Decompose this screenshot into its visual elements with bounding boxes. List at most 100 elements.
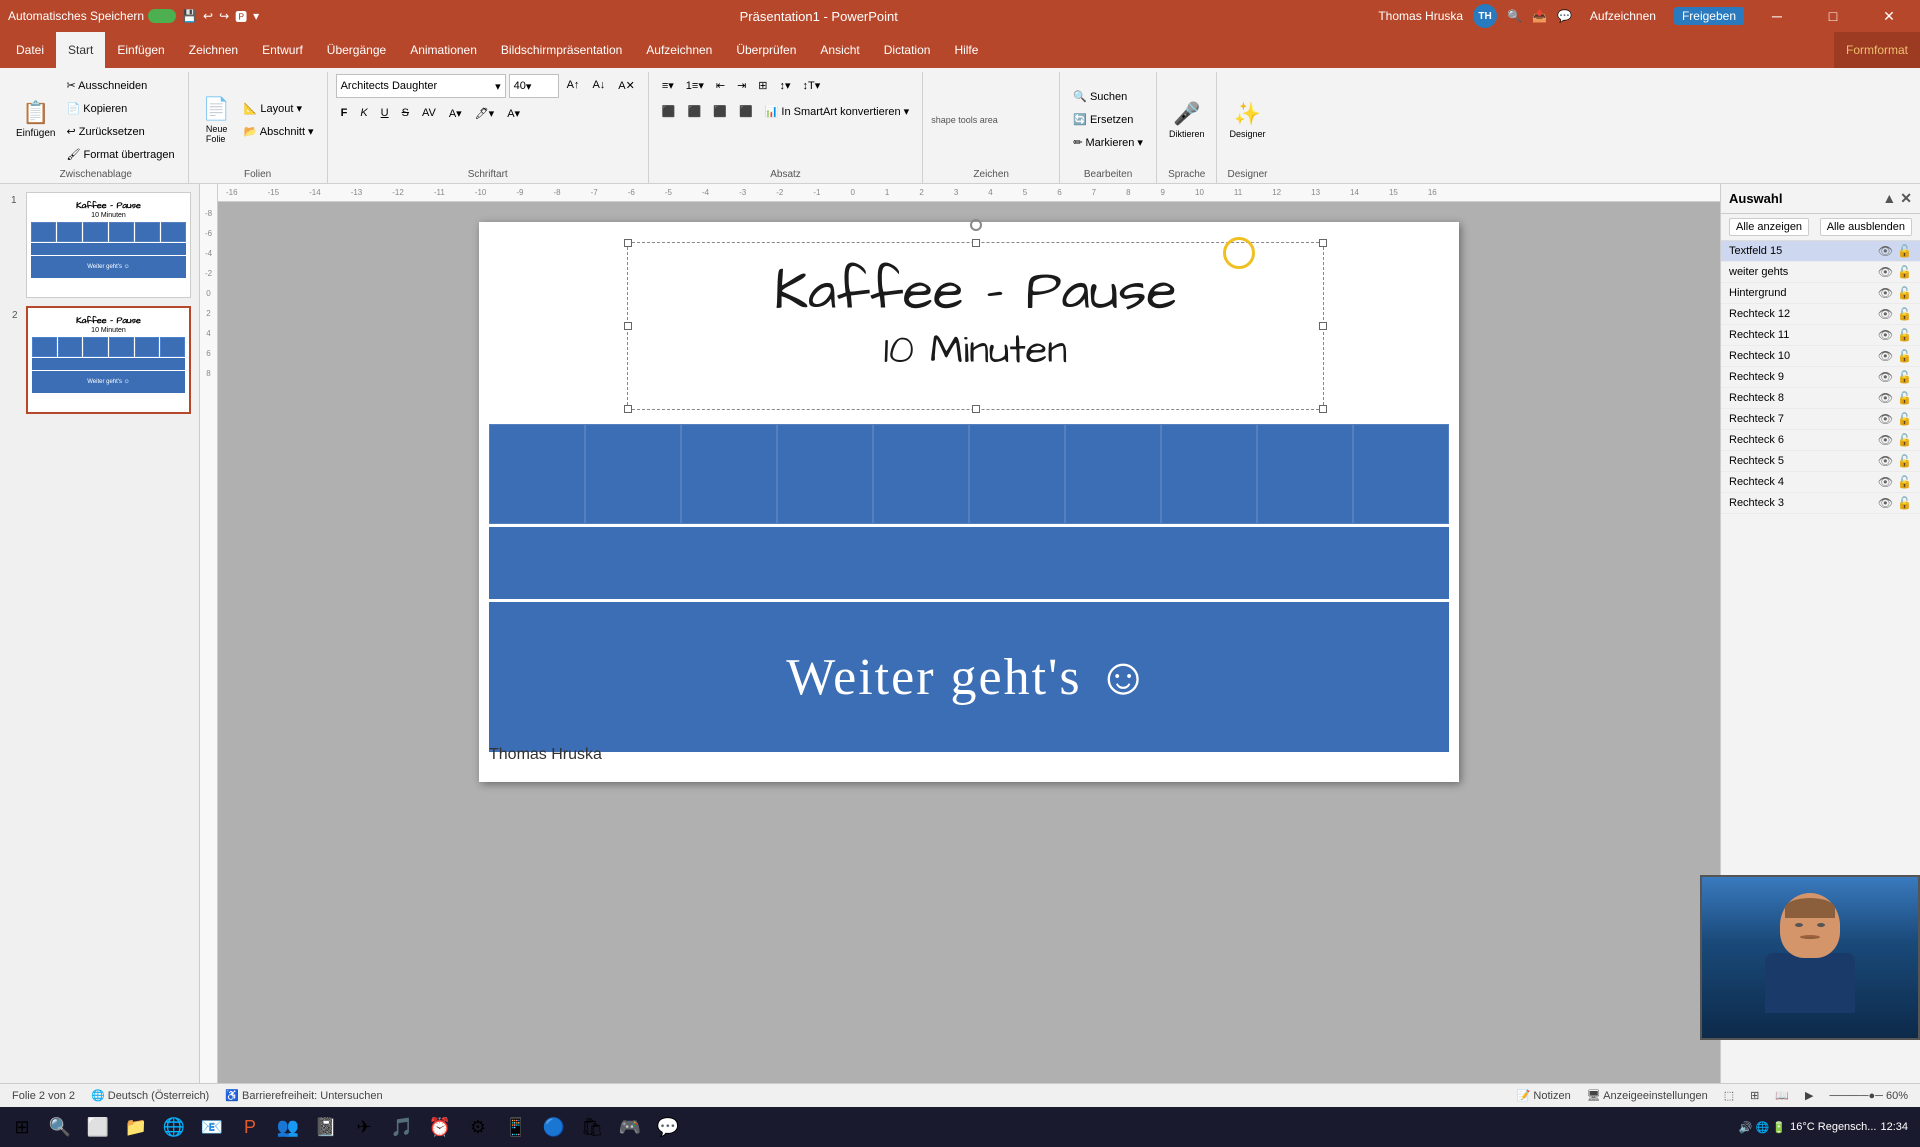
- notes-btn[interactable]: 📝 Notizen: [1517, 1089, 1571, 1102]
- store-btn[interactable]: 🛍: [574, 1109, 610, 1145]
- chrome-btn[interactable]: 🔵: [536, 1109, 572, 1145]
- lock-icon-11[interactable]: 🔓: [1897, 475, 1912, 489]
- lock-icon-8[interactable]: 🔓: [1897, 412, 1912, 426]
- phone-btn[interactable]: 📱: [498, 1109, 534, 1145]
- tab-bildschirm[interactable]: Bildschirmpräsentation: [489, 32, 634, 68]
- view-reading-btn[interactable]: 📖: [1775, 1089, 1789, 1102]
- selection-item-11[interactable]: Rechteck 4 👁 🔓: [1721, 472, 1920, 493]
- selection-item-7[interactable]: Rechteck 8 👁 🔓: [1721, 388, 1920, 409]
- text-direction-btn[interactable]: ↕T▾: [798, 74, 826, 96]
- record-btn[interactable]: Aufzeichnen: [1582, 7, 1664, 25]
- eye-icon-7[interactable]: 👁: [1878, 391, 1893, 405]
- einfuegen-btn[interactable]: 📋 Einfügen: [12, 92, 59, 148]
- align-justify-btn[interactable]: ⬛: [734, 100, 758, 122]
- neue-folie-btn[interactable]: 📄 NeueFolie: [197, 92, 237, 148]
- font-shrink-btn[interactable]: A↓: [587, 74, 610, 96]
- lock-icon-2[interactable]: 🔓: [1897, 286, 1912, 300]
- powerpoint-btn[interactable]: P: [232, 1109, 268, 1145]
- numbered-btn[interactable]: 1≡▾: [681, 74, 709, 96]
- xbox-btn[interactable]: 🎮: [612, 1109, 648, 1145]
- clear-format-btn[interactable]: A✕: [613, 74, 640, 96]
- selection-item-12[interactable]: Rechteck 3 👁 🔓: [1721, 493, 1920, 514]
- teams-btn[interactable]: 👥: [270, 1109, 306, 1145]
- format-uebertragen-btn[interactable]: 🖌 Format übertragen: [61, 143, 179, 165]
- tab-dictation[interactable]: Dictation: [872, 32, 943, 68]
- decrease-indent-btn[interactable]: ⇤: [711, 74, 730, 96]
- selection-item-5[interactable]: Rechteck 10 👁 🔓: [1721, 346, 1920, 367]
- settings-btn[interactable]: ⚙: [460, 1109, 496, 1145]
- lock-icon-10[interactable]: 🔓: [1897, 454, 1912, 468]
- font-size-selector[interactable]: 40 ▾: [509, 74, 559, 98]
- search-icon[interactable]: 🔍: [1507, 9, 1522, 23]
- strikethrough-btn[interactable]: S: [397, 102, 414, 124]
- lock-icon-1[interactable]: 🔓: [1897, 265, 1912, 279]
- panel-close-btn[interactable]: ✕: [1900, 190, 1912, 207]
- font-color2-btn[interactable]: A▾: [502, 102, 525, 124]
- designer-btn[interactable]: ✨ Designer: [1225, 92, 1269, 148]
- show-all-btn[interactable]: Alle anzeigen: [1729, 218, 1809, 236]
- close-btn[interactable]: ✕: [1866, 0, 1912, 32]
- handle-bl[interactable]: [624, 405, 632, 413]
- handle-tm[interactable]: [972, 239, 980, 247]
- smartart-btn[interactable]: 📊 In SmartArt konvertieren ▾: [760, 100, 915, 122]
- eye-icon-8[interactable]: 👁: [1878, 412, 1893, 426]
- handle-tl[interactable]: [624, 239, 632, 247]
- kerning-btn[interactable]: AV: [417, 102, 441, 124]
- tab-hilfe[interactable]: Hilfe: [942, 32, 990, 68]
- slide-canvas[interactable]: Kaffee - Pause 10 Minuten: [479, 222, 1459, 782]
- handle-br[interactable]: [1319, 405, 1327, 413]
- more-icon[interactable]: ▾: [253, 9, 259, 23]
- diktieren-btn[interactable]: 🎤 Diktieren: [1165, 92, 1209, 148]
- autosave-toggle[interactable]: Automatisches Speichern: [8, 9, 176, 23]
- font-selector[interactable]: Architects Daughter ▾: [336, 74, 506, 98]
- bold-btn[interactable]: F: [336, 102, 353, 124]
- accessibility-info[interactable]: ♿ Barrierefreiheit: Untersuchen: [225, 1089, 382, 1102]
- minimize-btn[interactable]: ─: [1754, 0, 1800, 32]
- eye-icon-12[interactable]: 👁: [1878, 496, 1893, 510]
- line-spacing-btn[interactable]: ↕▾: [775, 74, 796, 96]
- eye-icon-10[interactable]: 👁: [1878, 454, 1893, 468]
- redo-icon[interactable]: ↪: [219, 9, 229, 23]
- eye-icon-5[interactable]: 👁: [1878, 349, 1893, 363]
- align-center-btn[interactable]: ⬛: [683, 100, 707, 122]
- tab-einfuegen[interactable]: Einfügen: [105, 32, 176, 68]
- kopieren-btn[interactable]: 📄 Kopieren: [61, 97, 179, 119]
- comments-icon[interactable]: 💬: [1557, 9, 1572, 23]
- eye-icon-2[interactable]: 👁: [1878, 286, 1893, 300]
- system-tray[interactable]: 🔊 🌐 🔋: [1739, 1121, 1786, 1134]
- selection-item-10[interactable]: Rechteck 5 👁 🔓: [1721, 451, 1920, 472]
- tab-entwurf[interactable]: Entwurf: [250, 32, 315, 68]
- eye-icon-0[interactable]: 👁: [1878, 244, 1893, 258]
- tab-ueberpruefen[interactable]: Überprüfen: [724, 32, 808, 68]
- chat-btn[interactable]: 💬: [650, 1109, 686, 1145]
- tab-uebergaenge[interactable]: Übergänge: [315, 32, 398, 68]
- zuruecksetzen-btn[interactable]: ↩ Zurücksetzen: [61, 120, 179, 142]
- start-btn[interactable]: ⊞: [4, 1109, 40, 1145]
- tab-zeichnen[interactable]: Zeichnen: [177, 32, 250, 68]
- eye-icon-1[interactable]: 👁: [1878, 265, 1893, 279]
- browser-btn[interactable]: 🌐: [156, 1109, 192, 1145]
- canvas-area[interactable]: Kaffee - Pause 10 Minuten: [218, 202, 1720, 1083]
- eye-icon-11[interactable]: 👁: [1878, 475, 1893, 489]
- eye-icon-4[interactable]: 👁: [1878, 328, 1893, 342]
- underline-btn[interactable]: U: [376, 102, 394, 124]
- display-settings-btn[interactable]: 🖥 Anzeigeeinstellungen: [1587, 1089, 1708, 1102]
- eye-icon-6[interactable]: 👁: [1878, 370, 1893, 384]
- eye-icon-9[interactable]: 👁: [1878, 433, 1893, 447]
- lock-icon-5[interactable]: 🔓: [1897, 349, 1912, 363]
- zoom-slider[interactable]: ─────●─ 60%: [1830, 1090, 1908, 1102]
- explorer-btn[interactable]: 📁: [118, 1109, 154, 1145]
- selection-item-2[interactable]: Hintergrund 👁 🔓: [1721, 283, 1920, 304]
- increase-indent-btn[interactable]: ⇥: [732, 74, 751, 96]
- selection-item-3[interactable]: Rechteck 12 👁 🔓: [1721, 304, 1920, 325]
- tab-datei[interactable]: Datei: [4, 32, 56, 68]
- hide-all-btn[interactable]: Alle ausblenden: [1820, 218, 1912, 236]
- lock-icon-4[interactable]: 🔓: [1897, 328, 1912, 342]
- freigeben-btn[interactable]: Freigeben: [1674, 7, 1744, 25]
- eye-icon-3[interactable]: 👁: [1878, 307, 1893, 321]
- tab-aufzeichnen[interactable]: Aufzeichnen: [634, 32, 724, 68]
- clock-btn[interactable]: ⏰: [422, 1109, 458, 1145]
- lock-icon-7[interactable]: 🔓: [1897, 391, 1912, 405]
- view-normal-btn[interactable]: ⬚: [1724, 1089, 1734, 1102]
- rotate-handle[interactable]: [970, 219, 982, 231]
